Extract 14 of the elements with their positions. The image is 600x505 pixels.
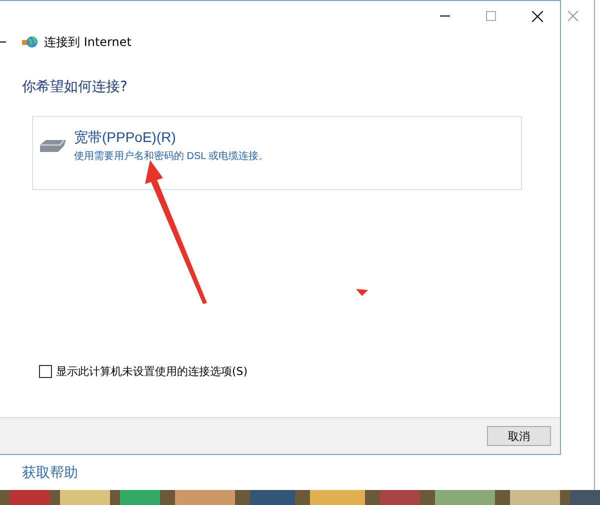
globe-icon (22, 35, 38, 49)
modem-icon (38, 139, 68, 153)
page-heading: 你希望如何连接? (22, 78, 128, 96)
cancel-button[interactable]: 取消 (487, 426, 551, 446)
triangle-mark (356, 289, 368, 296)
help-link[interactable]: 获取帮助 (22, 464, 78, 482)
option-title: 宽带(PPPoE)(R) (74, 129, 177, 147)
window-title: 连接到 Internet (44, 34, 132, 50)
close-icon (532, 10, 542, 22)
connection-option[interactable]: 宽带(PPPoE)(R) 使用需要用户名和密码的 DSL 或电缆连接。 (32, 116, 522, 190)
maximize-icon (486, 11, 496, 21)
checkbox[interactable] (39, 365, 52, 378)
checkbox-label: 显示此计算机未设置使用的连接选项(S) (56, 364, 248, 379)
option-description: 使用需要用户名和密码的 DSL 或电缆连接。 (74, 150, 269, 163)
